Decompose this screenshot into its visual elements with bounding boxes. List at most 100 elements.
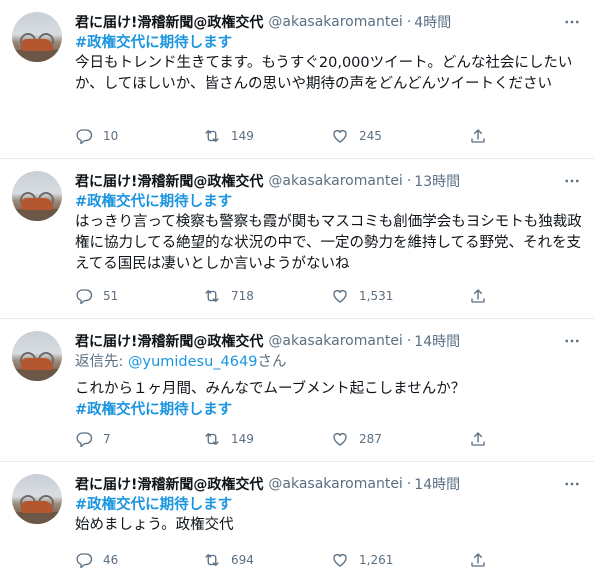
reply-button[interactable]: 10 <box>75 127 203 145</box>
heart-icon <box>333 130 347 143</box>
timestamp[interactable]: 14時間 <box>414 331 460 351</box>
tweet-text: 今日もトレンド生きてます。もうすぐ20,000ツイート。どんな社会にしたいか、し… <box>75 55 573 92</box>
display-name[interactable]: 君に届け!滑稽新聞@政権交代 <box>75 331 263 351</box>
tweet-body: 君に届け!滑稽新聞@政権交代 @akasakaromantei · 14時間 #… <box>75 473 582 536</box>
separator-dot: · <box>406 333 412 349</box>
separator-dot: · <box>406 476 412 492</box>
tweet-header: 君に届け!滑稽新聞@政権交代 @akasakaromantei · 13時間 <box>75 170 582 192</box>
share-icon <box>471 432 485 446</box>
display-name[interactable]: 君に届け!滑稽新聞@政権交代 <box>75 474 263 494</box>
tweet-body: 君に届け!滑稽新聞@政権交代 @akasakaromantei · 13時間 #… <box>75 170 582 275</box>
tweet[interactable]: 君に届け!滑稽新聞@政権交代 @akasakaromantei · 4時間 #政… <box>0 0 594 159</box>
tweet-actions: 51 718 1,531 <box>75 286 582 306</box>
tweet[interactable]: 君に届け!滑稽新聞@政権交代 @akasakaromantei · 13時間 #… <box>0 159 594 319</box>
tweet-actions: 7 149 287 <box>75 429 582 449</box>
reply-icon <box>76 553 93 569</box>
user-handle[interactable]: @akasakaromantei <box>268 14 402 30</box>
retweet-button[interactable]: 694 <box>203 551 331 569</box>
like-count: 1,261 <box>359 553 394 567</box>
display-name[interactable]: 君に届け!滑稽新聞@政権交代 <box>75 12 263 32</box>
more-options-button[interactable] <box>562 331 582 351</box>
retweet-icon <box>205 433 219 445</box>
tweet[interactable]: 君に届け!滑稽新聞@政権交代 @akasakaromantei · 14時間 返… <box>0 319 594 462</box>
tweet-text: 始めましょう。政権交代 <box>75 517 234 533</box>
tweet-header: 君に届け!滑稽新聞@政権交代 @akasakaromantei · 14時間 <box>75 473 582 495</box>
avatar[interactable] <box>12 12 62 62</box>
display-name[interactable]: 君に届け!滑稽新聞@政権交代 <box>75 171 263 191</box>
separator-dot: · <box>406 173 412 189</box>
hashtag-link[interactable]: #政権交代に期待します <box>75 33 582 53</box>
retweet-icon <box>205 554 219 566</box>
tweet-header: 君に届け!滑稽新聞@政権交代 @akasakaromantei · 14時間 <box>75 330 582 352</box>
avatar[interactable] <box>12 474 62 524</box>
timestamp[interactable]: 4時間 <box>414 12 451 32</box>
retweet-count: 149 <box>231 432 254 446</box>
reply-button[interactable]: 51 <box>75 287 203 305</box>
share-button[interactable] <box>469 287 497 305</box>
retweet-button[interactable]: 718 <box>203 287 331 305</box>
more-horizontal-icon <box>565 20 579 24</box>
tweet-actions: 46 694 1,261 <box>75 550 582 570</box>
mention-link[interactable]: @yumidesu_4649 <box>128 354 257 370</box>
share-button[interactable] <box>469 430 497 448</box>
more-options-button[interactable] <box>562 171 582 191</box>
like-button[interactable]: 287 <box>331 430 459 448</box>
user-handle[interactable]: @akasakaromantei <box>268 333 402 349</box>
like-button[interactable]: 1,261 <box>331 551 459 569</box>
more-horizontal-icon <box>565 482 579 486</box>
like-button[interactable]: 245 <box>331 127 459 145</box>
more-options-button[interactable] <box>562 474 582 494</box>
share-icon <box>471 129 485 143</box>
reply-icon <box>76 289 93 305</box>
separator-dot: · <box>406 14 412 30</box>
retweet-count: 718 <box>231 289 254 303</box>
tweet-header: 君に届け!滑稽新聞@政権交代 @akasakaromantei · 4時間 <box>75 11 582 33</box>
share-icon <box>471 553 485 567</box>
reply-button[interactable]: 46 <box>75 551 203 569</box>
more-horizontal-icon <box>565 339 579 343</box>
reply-suffix: さん <box>257 354 287 370</box>
like-button[interactable]: 1,531 <box>331 287 459 305</box>
retweet-icon <box>205 290 219 302</box>
tweet-body: 君に届け!滑稽新聞@政権交代 @akasakaromantei · 14時間 返… <box>75 330 582 420</box>
reply-icon <box>76 432 93 448</box>
reply-button[interactable]: 7 <box>75 430 203 448</box>
reply-count: 51 <box>103 289 119 303</box>
retweet-button[interactable]: 149 <box>203 127 331 145</box>
like-count: 245 <box>359 129 382 143</box>
retweet-count: 149 <box>231 129 254 143</box>
tweet-text: はっきり言って検察も警察も霞が関もマスコミも創価学会もヨシモトも独裁政権に協力し… <box>75 214 582 272</box>
more-options-button[interactable] <box>562 12 582 32</box>
heart-icon <box>333 554 347 567</box>
tweet-actions: 10 149 245 <box>75 126 582 146</box>
tweet[interactable]: 君に届け!滑稽新聞@政権交代 @akasakaromantei · 14時間 #… <box>0 462 594 578</box>
heart-icon <box>333 290 347 303</box>
hashtag-link[interactable]: #政権交代に期待します <box>75 495 582 515</box>
like-count: 287 <box>359 432 382 446</box>
timestamp[interactable]: 14時間 <box>414 474 460 494</box>
more-horizontal-icon <box>565 179 579 183</box>
reply-count: 46 <box>103 553 119 567</box>
share-button[interactable] <box>469 127 497 145</box>
tweet-body: 君に届け!滑稽新聞@政権交代 @akasakaromantei · 4時間 #政… <box>75 11 582 95</box>
user-handle[interactable]: @akasakaromantei <box>268 173 402 189</box>
reply-context: 返信先: @yumidesu_4649さん <box>75 352 582 373</box>
reply-icon <box>76 129 93 145</box>
hashtag-link[interactable]: #政権交代に期待します <box>75 400 582 420</box>
hashtag-link[interactable]: #政権交代に期待します <box>75 192 582 212</box>
timeline-feed: 君に届け!滑稽新聞@政権交代 @akasakaromantei · 4時間 #政… <box>0 0 594 578</box>
reply-count: 10 <box>103 129 119 143</box>
reply-count: 7 <box>103 432 111 446</box>
user-handle[interactable]: @akasakaromantei <box>268 476 402 492</box>
timestamp[interactable]: 13時間 <box>414 171 460 191</box>
like-count: 1,531 <box>359 289 394 303</box>
reply-prefix: 返信先: <box>75 354 124 370</box>
avatar[interactable] <box>12 331 62 381</box>
share-icon <box>471 289 485 303</box>
avatar[interactable] <box>12 171 62 221</box>
heart-icon <box>333 433 347 446</box>
retweet-count: 694 <box>231 553 254 567</box>
retweet-button[interactable]: 149 <box>203 430 331 448</box>
retweet-icon <box>205 130 219 142</box>
share-button[interactable] <box>469 551 497 569</box>
